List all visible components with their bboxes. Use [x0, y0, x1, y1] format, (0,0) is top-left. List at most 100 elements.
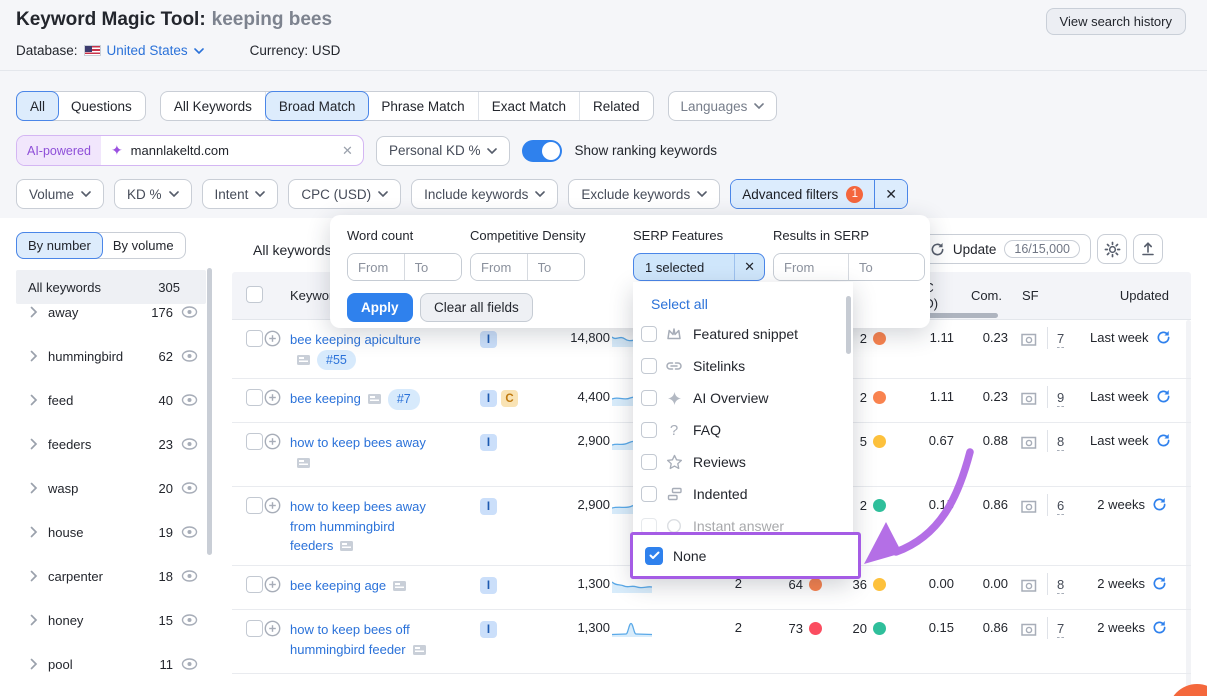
keyword-link[interactable]: bee keeping apiculture — [290, 332, 421, 347]
refresh-icon[interactable] — [1156, 433, 1171, 448]
row-checkbox[interactable] — [246, 433, 263, 450]
serp-view-icon[interactable] — [1020, 332, 1038, 348]
row-checkbox[interactable] — [246, 576, 263, 593]
results-in-serp-from-input[interactable] — [774, 254, 849, 280]
serp-preview-icon[interactable] — [392, 580, 407, 592]
sf-count[interactable]: 7 — [1057, 621, 1064, 638]
sidebar-group-away[interactable]: away176 — [16, 290, 206, 334]
sf-count[interactable]: 9 — [1057, 390, 1064, 407]
row-checkbox[interactable] — [246, 330, 263, 347]
expand-plus-icon[interactable] — [264, 433, 281, 450]
clear-all-fields-button[interactable]: Clear all fields — [420, 293, 533, 322]
tab-questions[interactable]: Questions — [58, 92, 145, 120]
competitive-density-from-input[interactable] — [471, 254, 528, 280]
sf-count[interactable]: 8 — [1057, 434, 1064, 451]
results-in-serp-to-input[interactable] — [849, 254, 924, 280]
select-all-checkbox[interactable] — [246, 286, 263, 303]
none-checkbox-checked[interactable] — [645, 547, 663, 565]
expand-plus-icon[interactable] — [264, 576, 281, 593]
serp-view-icon[interactable] — [1020, 578, 1038, 594]
competitive-density-to-input[interactable] — [528, 254, 585, 280]
eye-icon[interactable] — [181, 658, 198, 670]
refresh-icon[interactable] — [1152, 497, 1167, 512]
sidebar-group-feeders[interactable]: feeders23 — [16, 422, 206, 466]
option-checkbox[interactable] — [641, 422, 657, 438]
sf-count[interactable]: 7 — [1057, 331, 1064, 348]
sidebar-scrollbar[interactable] — [207, 268, 212, 555]
sidebar-group-wasp[interactable]: wasp20 — [16, 466, 206, 510]
domain-input[interactable]: ✦ mannlakeltd.com ✕ — [101, 136, 363, 165]
filter-include-keywords[interactable]: Include keywords — [411, 179, 558, 209]
languages-dropdown[interactable]: Languages — [668, 91, 778, 121]
advanced-filters-close-icon[interactable]: ✕ — [874, 180, 907, 208]
serp-preview-icon[interactable] — [367, 393, 382, 405]
filter-kd[interactable]: KD % — [114, 179, 192, 209]
update-button[interactable]: Update 16/15,000 — [919, 234, 1091, 264]
sidebar-group-hummingbird[interactable]: hummingbird62 — [16, 334, 206, 378]
serp-preview-icon[interactable] — [296, 354, 311, 366]
eye-icon[interactable] — [181, 614, 198, 626]
database-select[interactable]: United States — [107, 43, 188, 58]
sidebar-group-house[interactable]: house19 — [16, 510, 206, 554]
refresh-icon[interactable] — [1152, 576, 1167, 591]
option-checkbox[interactable] — [641, 486, 657, 502]
tab-broad-match[interactable]: Broad Match — [265, 91, 370, 121]
apply-button[interactable]: Apply — [347, 293, 413, 322]
option-indented[interactable]: Indented — [633, 478, 853, 510]
option-checkbox[interactable] — [641, 358, 657, 374]
option-checkbox[interactable] — [641, 454, 657, 470]
serp-view-icon[interactable] — [1020, 391, 1038, 407]
table-tab-all-keywords[interactable]: All keywords — [253, 242, 332, 258]
tab-phrase-match[interactable]: Phrase Match — [368, 92, 478, 120]
sidebar-group-honey[interactable]: honey15 — [16, 598, 206, 642]
eye-icon[interactable] — [181, 482, 198, 494]
tab-by-number[interactable]: By number — [16, 232, 103, 259]
option-checkbox[interactable] — [641, 390, 657, 406]
refresh-icon[interactable] — [1156, 389, 1171, 404]
view-search-history-button[interactable]: View search history — [1046, 8, 1186, 35]
tab-all-keywords[interactable]: All Keywords — [161, 92, 266, 120]
row-checkbox[interactable] — [246, 497, 263, 514]
none-option-highlight[interactable]: None — [630, 532, 861, 579]
filter-intent[interactable]: Intent — [202, 179, 279, 209]
option-ai-overview[interactable]: AI Overview — [633, 382, 853, 414]
sidebar-group-pool[interactable]: pool11 — [16, 642, 206, 686]
export-button[interactable] — [1133, 234, 1163, 264]
tab-by-volume[interactable]: By volume — [102, 233, 185, 258]
expand-plus-icon[interactable] — [264, 620, 281, 637]
header-sf[interactable]: SF — [1008, 288, 1090, 303]
eye-icon[interactable] — [181, 394, 198, 406]
sf-count[interactable]: 8 — [1057, 577, 1064, 594]
option-faq[interactable]: ? FAQ — [633, 414, 853, 446]
row-checkbox[interactable] — [246, 389, 263, 406]
eye-icon[interactable] — [181, 526, 198, 538]
sidebar-group-feed[interactable]: feed40 — [16, 378, 206, 422]
tab-related[interactable]: Related — [580, 92, 653, 120]
word-count-to-input[interactable] — [405, 254, 462, 280]
filter-cpc[interactable]: CPC (USD) — [288, 179, 401, 209]
serp-preview-icon[interactable] — [296, 457, 311, 469]
eye-icon[interactable] — [181, 570, 198, 582]
serp-features-clear-icon[interactable]: ✕ — [734, 254, 764, 280]
show-ranking-keywords-toggle[interactable] — [522, 140, 562, 162]
header-updated[interactable]: Updated — [1090, 288, 1191, 303]
filter-volume[interactable]: Volume — [16, 179, 104, 209]
personal-kd-dropdown[interactable]: Personal KD % — [376, 136, 511, 166]
serp-preview-icon[interactable] — [339, 540, 354, 552]
option-sitelinks[interactable]: Sitelinks — [633, 350, 853, 382]
eye-icon[interactable] — [181, 350, 198, 362]
refresh-icon[interactable] — [1152, 620, 1167, 635]
tab-all[interactable]: All — [16, 91, 59, 121]
option-checkbox[interactable] — [641, 326, 657, 342]
select-all-link[interactable]: Select all — [651, 296, 708, 312]
eye-icon[interactable] — [181, 438, 198, 450]
keyword-link[interactable]: bee keeping — [290, 391, 361, 406]
keyword-link[interactable]: bee keeping age — [290, 578, 386, 593]
serp-preview-icon[interactable] — [412, 644, 427, 656]
dropdown-scrollbar[interactable] — [846, 296, 851, 354]
serp-view-icon[interactable] — [1020, 499, 1038, 515]
filter-exclude-keywords[interactable]: Exclude keywords — [568, 179, 720, 209]
word-count-from-input[interactable] — [348, 254, 405, 280]
serp-view-icon[interactable] — [1020, 622, 1038, 638]
refresh-icon[interactable] — [1156, 330, 1171, 345]
